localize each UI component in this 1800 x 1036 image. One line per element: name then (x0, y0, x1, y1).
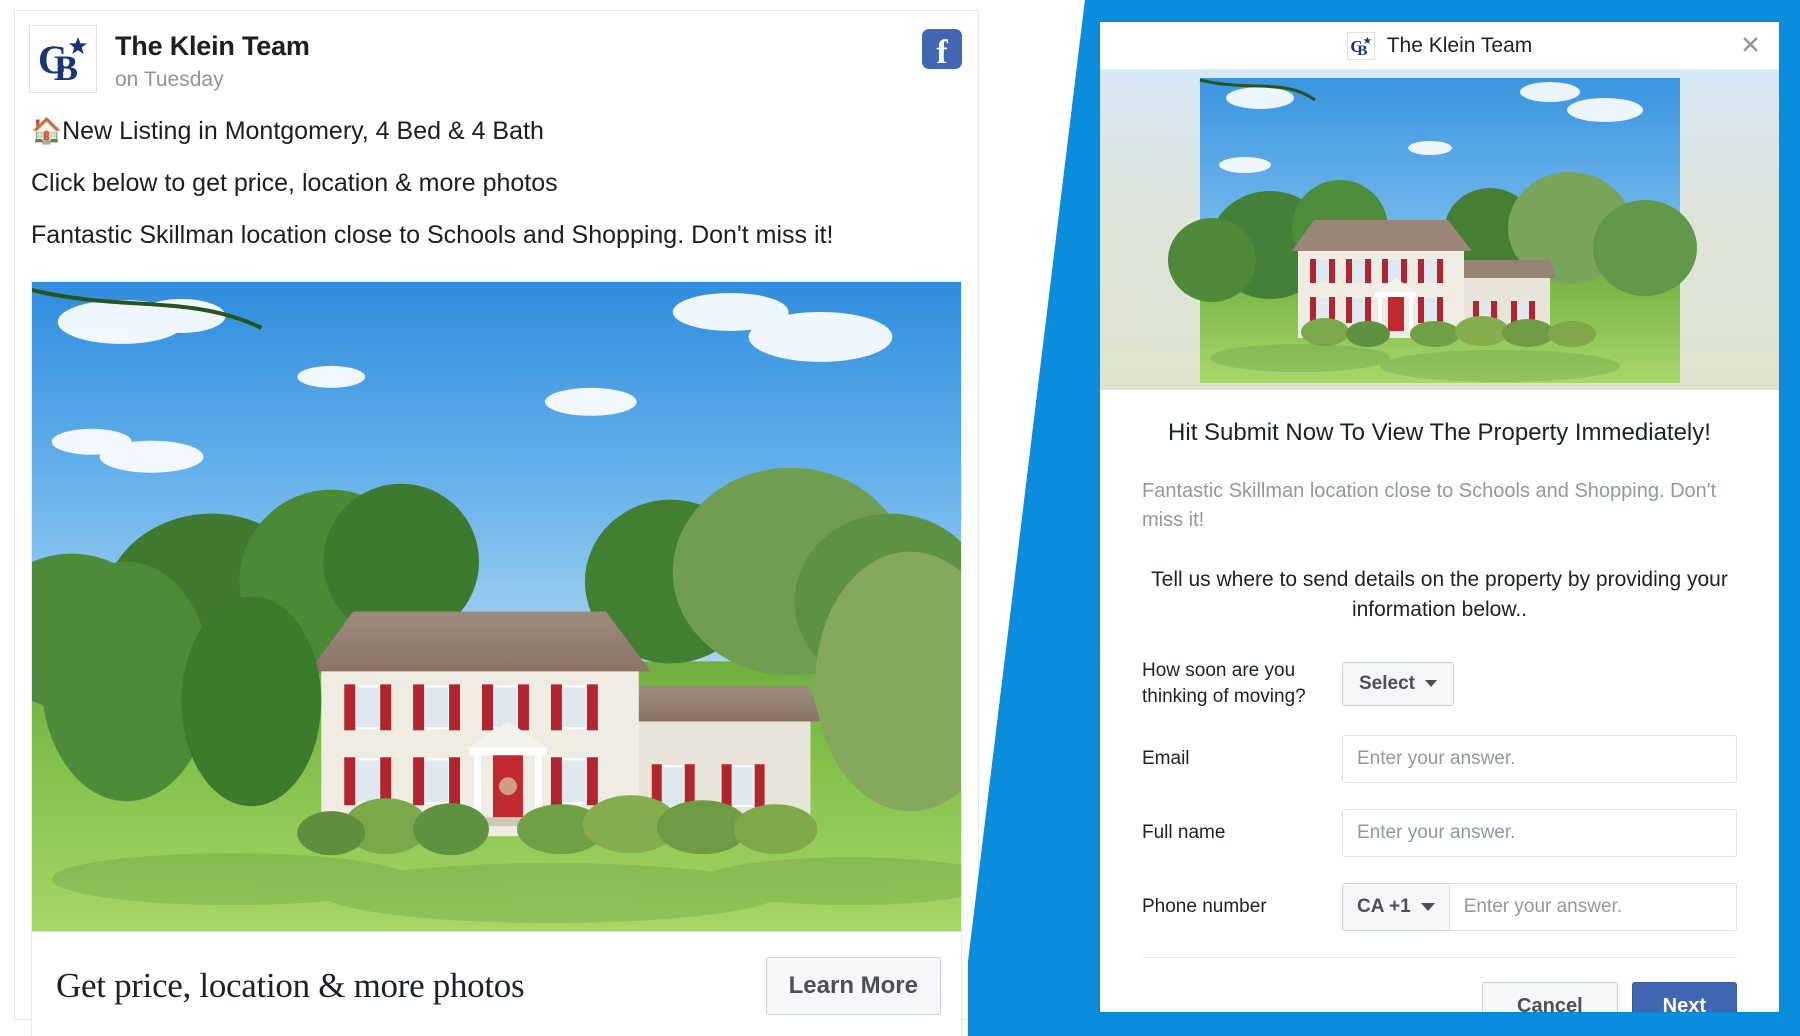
modal-hero-image (1100, 70, 1779, 390)
full-name-field[interactable] (1342, 809, 1737, 858)
country-code-value: CA +1 (1357, 896, 1411, 918)
lead-form: How soon are you thinking of moving? Sel… (1142, 658, 1737, 932)
moving-timeline-select[interactable]: Select (1342, 661, 1454, 706)
modal-body: Hit Submit Now To View The Property Imme… (1100, 390, 1779, 932)
field-label-moving-timeline: How soon are you thinking of moving? (1142, 659, 1306, 707)
modal-heading: Hit Submit Now To View The Property Imme… (1168, 419, 1711, 446)
form-row-email: Email (1142, 735, 1737, 784)
screenshot-root: C B The Klein Team on Tuesday f 🏠New Lis… (0, 0, 1800, 1036)
ad-header: C B The Klein Team on Tuesday f (15, 11, 978, 97)
moving-timeline-value: Select (1359, 672, 1415, 694)
modal-title: The Klein Team (1386, 33, 1533, 57)
learn-more-button[interactable]: Learn More (765, 957, 941, 1015)
ad-copy-line-3: Fantastic Skillman location close to Sch… (31, 221, 834, 249)
modal-description: Fantastic Skillman location close to Sch… (1142, 480, 1717, 532)
post-timestamp: on Tuesday (115, 68, 224, 92)
ad-copy-line-2: Click below to get price, location & mor… (31, 169, 558, 197)
ad-copy-line-1: 🏠New Listing in Montgomery, 4 Bed & 4 Ba… (31, 117, 544, 145)
field-label-email: Email (1142, 748, 1190, 770)
svg-text:B: B (54, 48, 78, 85)
ad-copy: 🏠New Listing in Montgomery, 4 Bed & 4 Ba… (15, 97, 978, 275)
phone-input-group: CA +1 (1342, 883, 1737, 932)
lead-form-modal: C B The Klein Team ✕ Hit Submit Now To V… (1100, 22, 1779, 1012)
svg-text:B: B (1357, 41, 1367, 56)
coldwell-banker-logo-icon: C B (1346, 31, 1375, 60)
modal-actions: Cancel Next (1100, 958, 1779, 1012)
cancel-button[interactable]: Cancel (1482, 982, 1618, 1012)
modal-header: C B The Klein Team ✕ (1100, 22, 1779, 70)
chevron-down-icon (1420, 903, 1435, 912)
chevron-down-icon (1424, 680, 1437, 688)
form-row-phone-number: Phone number CA +1 (1142, 883, 1737, 932)
cta-headline: Get price, location & more photos (56, 966, 525, 1005)
field-label-full-name: Full name (1142, 822, 1226, 844)
field-label-phone-number: Phone number (1142, 896, 1267, 918)
next-button[interactable]: Next (1631, 982, 1737, 1012)
listing-photo[interactable] (31, 281, 962, 931)
form-row-full-name: Full name (1142, 809, 1737, 858)
facebook-icon: f (922, 29, 962, 69)
ad-header-text: The Klein Team on Tuesday (115, 25, 310, 92)
page-name[interactable]: The Klein Team (115, 31, 310, 62)
modal-subheading: Tell us where to send details on the pro… (1151, 568, 1728, 621)
email-field[interactable] (1342, 735, 1737, 784)
country-code-select[interactable]: CA +1 (1342, 883, 1449, 932)
form-row-moving-timeline: How soon are you thinking of moving? Sel… (1142, 658, 1737, 709)
facebook-ad-card: C B The Klein Team on Tuesday f 🏠New Lis… (14, 10, 979, 1036)
close-icon[interactable]: ✕ (1740, 33, 1761, 58)
coldwell-banker-logo-icon: C B (29, 25, 97, 93)
ad-cta-bar: Get price, location & more photos Learn … (31, 931, 962, 1036)
phone-number-field[interactable] (1448, 883, 1737, 932)
